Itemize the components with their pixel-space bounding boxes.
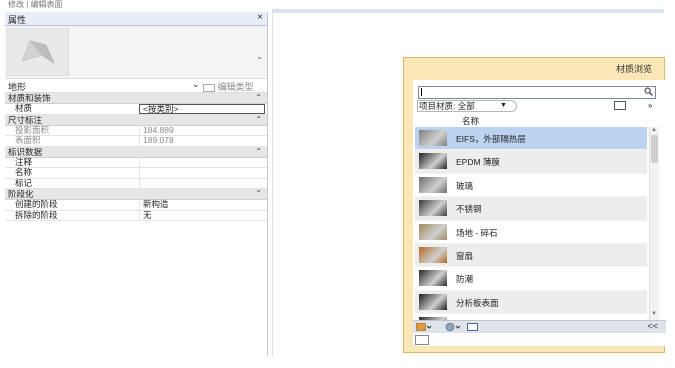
collapse-icon[interactable]: << bbox=[647, 321, 658, 331]
material-swatch bbox=[419, 200, 447, 217]
collapse-chevron-icon[interactable]: ⌃ bbox=[255, 147, 262, 157]
material-name: EPDM 薄膜 bbox=[456, 157, 500, 168]
properties-palette: 属性 × ⌄ 地形 ⌄ 编辑类型 材质和装饰 ⌃ 材质 <按类别> 尺寸标注 ⌃ 投影面积 1… bbox=[5, 12, 268, 356]
library-panel-icon[interactable] bbox=[467, 322, 478, 331]
name-column-header[interactable]: 名称 bbox=[462, 115, 479, 127]
material-name: 防潮 bbox=[456, 274, 474, 285]
material-browser-body: 项目材质: 全部 ▼ » 名称 EIFS，外部隔热层 EPDM 薄膜 玻璃不锈钢场地… bbox=[413, 80, 666, 346]
material-swatch bbox=[419, 176, 447, 193]
material-swatch bbox=[419, 130, 447, 146]
dropdown-arrow-icon[interactable]: ▼ bbox=[500, 100, 507, 112]
property-row[interactable]: 拆除的阶段 无 bbox=[5, 209, 267, 221]
properties-title: 属性 bbox=[8, 15, 27, 25]
list-scrollbar[interactable]: ▲ ▼ bbox=[649, 127, 659, 320]
property-label: 投影面积 bbox=[15, 124, 50, 135]
asset-browser-icon[interactable] bbox=[445, 322, 461, 332]
property-group-header[interactable]: 标识数据 ⌃ bbox=[5, 146, 267, 158]
material-browser-title: 材质浏览 bbox=[616, 64, 653, 74]
property-value[interactable] bbox=[139, 178, 265, 188]
collapse-chevron-icon[interactable]: ⌃ bbox=[255, 115, 262, 125]
scroll-down-icon[interactable]: ▼ bbox=[651, 311, 657, 317]
property-row[interactable]: 创建的阶段 新构造 bbox=[5, 199, 267, 211]
properties-titlebar[interactable]: 属性 × bbox=[5, 12, 267, 26]
property-group-title: 标识数据 bbox=[8, 146, 43, 157]
type-preview-image bbox=[7, 28, 69, 76]
property-row[interactable]: 名称 bbox=[5, 167, 267, 179]
material-swatch bbox=[419, 153, 447, 170]
material-search-input[interactable] bbox=[418, 86, 656, 99]
property-label: 名称 bbox=[15, 167, 33, 177]
property-value: 184.889 bbox=[139, 125, 265, 135]
material-list-item[interactable]: 防潮 bbox=[415, 267, 647, 291]
property-group-header[interactable]: 材质和装饰 ⌃ bbox=[5, 93, 267, 104]
property-value[interactable]: 无 bbox=[139, 210, 265, 220]
library-toggle-icon[interactable] bbox=[415, 335, 429, 345]
material-browser-dialog: 材质浏览 项目材质: 全部 ▼ » 名称 EIFS，外部隔热层 EPDM 薄膜 玻璃… bbox=[403, 57, 666, 353]
material-name: 分析板表面 bbox=[456, 297, 499, 308]
material-browser-toolbar: << bbox=[413, 320, 666, 333]
material-list-item[interactable]: 分析板表面 bbox=[415, 290, 647, 315]
close-icon[interactable]: × bbox=[257, 12, 263, 23]
property-value: 189.078 bbox=[139, 135, 265, 146]
material-swatch bbox=[419, 293, 447, 310]
family-name: 地形 bbox=[8, 82, 27, 92]
material-swatch bbox=[419, 270, 447, 287]
property-row[interactable]: 标记 bbox=[5, 177, 267, 189]
property-value[interactable]: 新构造 bbox=[139, 199, 265, 210]
property-label: 创建的阶段 bbox=[15, 199, 58, 209]
material-filter-bar: 项目材质: 全部 ▼ » bbox=[417, 100, 665, 112]
material-list-item[interactable]: 不锈钢 bbox=[415, 197, 647, 221]
property-group-title: 材质和装饰 bbox=[8, 93, 51, 103]
filter-label: 项目材质: 全部 bbox=[419, 101, 475, 111]
material-name: 不锈钢 bbox=[456, 204, 482, 215]
material-list: EIFS，外部隔热层 EPDM 薄膜 玻璃不锈钢场地 - 碎石 窗扇防潮分析板表面 bbox=[415, 127, 647, 320]
properties-grid: 材质和装饰 ⌃ 材质 <按类别> 尺寸标注 ⌃ 投影面积 184.889 表面积 189.078 标… bbox=[5, 93, 267, 221]
material-name: EIFS，外部隔热层 bbox=[456, 134, 526, 144]
create-material-icon[interactable] bbox=[416, 322, 432, 331]
chevron-down-icon[interactable]: ⌄ bbox=[256, 52, 263, 61]
view-options-icon[interactable] bbox=[614, 101, 626, 110]
property-row[interactable]: 材质 <按类别> bbox=[5, 103, 267, 115]
property-row[interactable]: 投影面积 184.889 bbox=[5, 124, 267, 136]
property-group-header[interactable]: 尺寸标注 ⌃ bbox=[5, 114, 267, 126]
property-row[interactable]: 注释 bbox=[5, 156, 267, 168]
material-name: 玻璃 bbox=[456, 180, 474, 191]
material-swatch bbox=[419, 223, 447, 240]
collapse-chevron-icon[interactable]: ⌃ bbox=[255, 93, 262, 103]
material-list-item[interactable]: 窗扇 bbox=[415, 243, 647, 268]
edit-type-icon bbox=[203, 83, 215, 92]
material-list-item[interactable]: EPDM 薄膜 bbox=[415, 150, 647, 174]
edit-type-button[interactable]: 编辑类型 bbox=[203, 80, 254, 93]
material-list-item[interactable]: 场地 - 碎石 bbox=[415, 221, 647, 244]
material-list-item[interactable]: 玻璃 bbox=[415, 174, 647, 198]
scroll-thumb[interactable] bbox=[651, 135, 658, 163]
material-name: 窗扇 bbox=[456, 250, 474, 261]
property-value[interactable]: <按类别> bbox=[139, 104, 265, 114]
property-label: 注释 bbox=[15, 156, 33, 167]
property-label: 拆除的阶段 bbox=[15, 209, 58, 220]
property-value[interactable] bbox=[139, 157, 265, 167]
property-group-title: 阶段化 bbox=[8, 189, 34, 199]
material-swatch bbox=[419, 246, 447, 263]
property-value[interactable] bbox=[139, 168, 265, 178]
property-label: 表面积 bbox=[15, 135, 41, 145]
text-cursor bbox=[421, 88, 422, 96]
collapse-chevron-icon[interactable]: ⌃ bbox=[255, 189, 262, 199]
material-list-item[interactable]: EIFS，外部隔热层 bbox=[415, 127, 647, 151]
scroll-up-icon[interactable]: ▲ bbox=[651, 127, 657, 133]
context-tab-label[interactable]: 修改 | 编辑表面 bbox=[8, 0, 63, 10]
material-name: 场地 - 碎石 bbox=[456, 227, 498, 238]
instance-filter-row[interactable]: 地形 ⌄ 编辑类型 bbox=[5, 79, 267, 93]
property-row[interactable]: 表面积 189.078 bbox=[5, 135, 267, 147]
search-icon[interactable] bbox=[644, 87, 653, 98]
chevron-down-icon[interactable]: ⌄ bbox=[192, 79, 200, 90]
edit-type-label: 编辑类型 bbox=[217, 82, 254, 92]
property-label: 标记 bbox=[15, 177, 33, 188]
property-label: 材质 bbox=[15, 103, 33, 113]
expand-icon[interactable]: » bbox=[648, 100, 652, 112]
type-selector[interactable]: ⌄ bbox=[5, 26, 267, 79]
property-group-title: 尺寸标注 bbox=[8, 114, 43, 125]
